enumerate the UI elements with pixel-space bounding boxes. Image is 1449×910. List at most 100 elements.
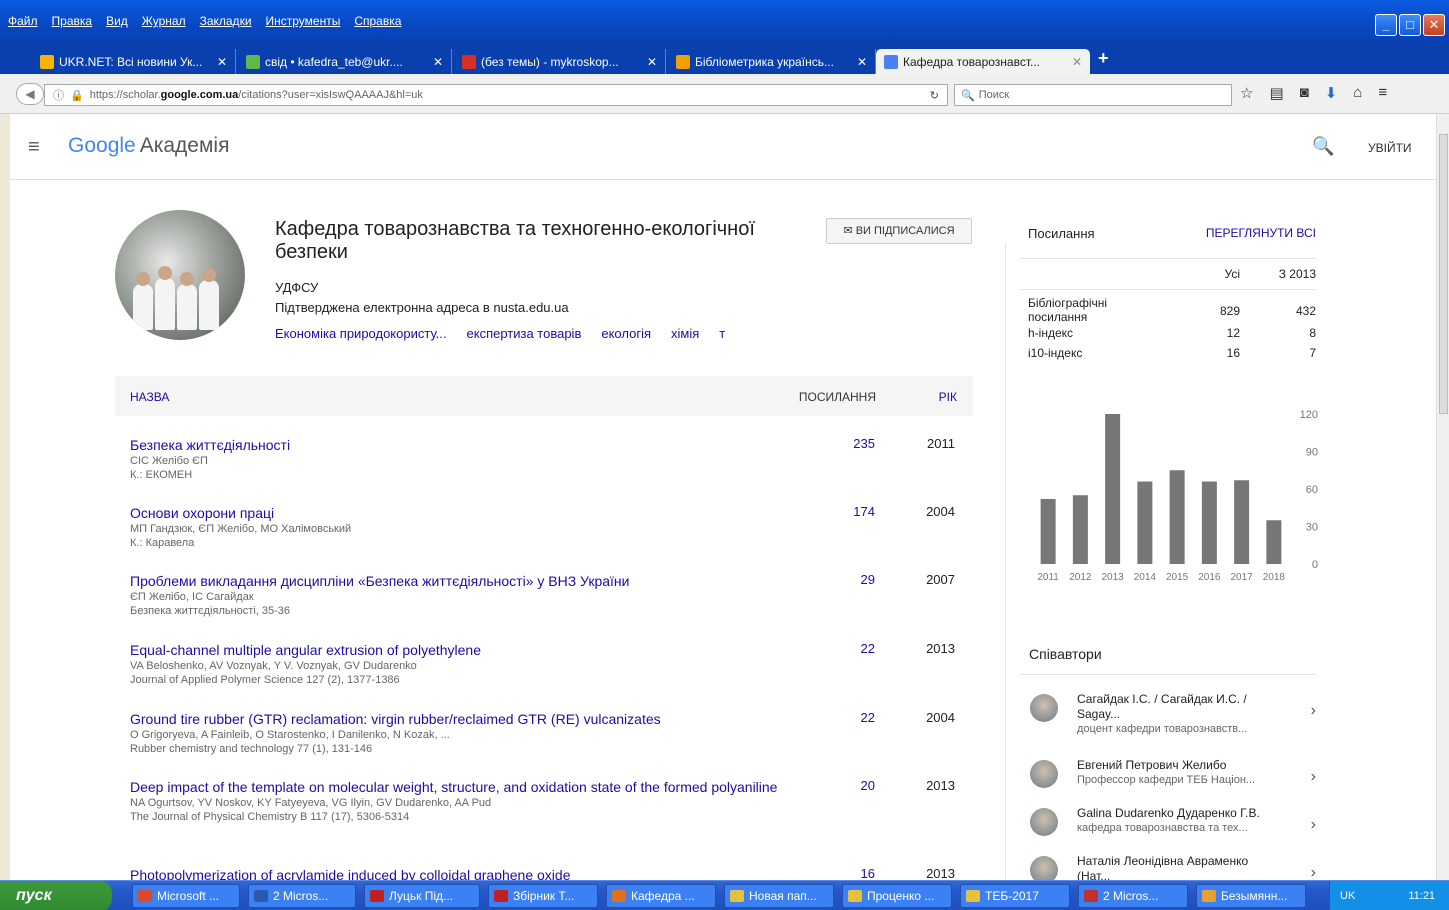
home-icon[interactable]: ⌂: [1353, 84, 1362, 102]
close-window-button[interactable]: ✕: [1423, 14, 1445, 36]
article-title[interactable]: Безпека життєдіяльності: [130, 436, 790, 454]
taskbar-task[interactable]: ТЕБ-2017: [960, 884, 1070, 908]
bar-2011[interactable]: [1040, 499, 1056, 564]
article-citations[interactable]: 16: [820, 866, 875, 880]
article-row: Photopolymerization of acrylamide induce…: [130, 866, 960, 880]
article-title[interactable]: Ground tire rubber (GTR) reclamation: vi…: [130, 710, 790, 728]
profile-email: Підтверджена електронна адреса в nusta.e…: [275, 300, 569, 315]
taskbar-task[interactable]: Кафедра ...: [606, 884, 716, 908]
citations-bar-chart: 0 30 60 90 120 2011 2012 2013 2014 2015 2016 2017 20…: [1037, 409, 1318, 583]
menu-edit[interactable]: Правка: [52, 14, 93, 28]
coauthors-title: Співавтори: [1029, 646, 1102, 662]
close-tab-icon[interactable]: ✕: [433, 55, 443, 69]
system-tray: UK 11:21: [1329, 881, 1449, 910]
menu-help[interactable]: Справка: [354, 14, 401, 28]
tab-label: UKR.NET: Всі новини Ук...: [59, 54, 203, 69]
taskbar-task[interactable]: Луцьк Під...: [364, 884, 480, 908]
tab-ukrnet[interactable]: UKR.NET: Всі новини Ук... ✕: [32, 49, 236, 74]
google-scholar-logo[interactable]: Google Академія: [68, 134, 229, 158]
photo-figure: [155, 278, 175, 330]
interest-link[interactable]: екологія: [601, 326, 651, 341]
hamburger-menu-icon[interactable]: ≡: [28, 136, 40, 159]
interest-link[interactable]: Економіка природокористу...: [275, 326, 447, 341]
close-tab-icon[interactable]: ✕: [217, 55, 227, 69]
page-scrollbar[interactable]: [1436, 114, 1449, 880]
metric-since: 432: [1295, 304, 1316, 318]
photo-head: [202, 268, 216, 282]
login-button[interactable]: УВІЙТИ: [1368, 141, 1412, 155]
close-tab-icon[interactable]: ✕: [857, 55, 867, 69]
interest-link[interactable]: хімія: [671, 326, 699, 341]
photo-figure: [133, 284, 153, 330]
windows-taskbar: пуск Microsoft ... 2 Micros... Луцьк Під..…: [0, 880, 1449, 910]
taskbar-task[interactable]: Microsoft ...: [132, 884, 240, 908]
taskbar-task[interactable]: Безымянн...: [1196, 884, 1306, 908]
url-bar[interactable]: ⓘ 🔒 https://scholar.google.com.ua/citati…: [44, 84, 948, 106]
article-citations[interactable]: 22: [820, 710, 875, 725]
article-venue: Безпека життєдіяльності, 35-36: [130, 605, 291, 617]
bar-2012[interactable]: [1072, 495, 1088, 564]
download-arrow-icon[interactable]: ⬇: [1325, 84, 1338, 102]
maximize-button[interactable]: □: [1399, 14, 1421, 36]
article-title[interactable]: Equal-channel multiple angular extrusion…: [130, 641, 790, 659]
taskbar-task[interactable]: Новая пап...: [724, 884, 834, 908]
article-citations[interactable]: 20: [820, 778, 875, 793]
close-tab-icon[interactable]: ✕: [1072, 55, 1082, 69]
browser-search-input[interactable]: 🔍 Поиск: [954, 84, 1232, 106]
back-arrow-icon[interactable]: ◀: [16, 83, 44, 105]
article-title[interactable]: Deep impact of the template on molecular…: [130, 778, 790, 796]
reload-icon[interactable]: ↻: [922, 89, 947, 102]
view-all-link[interactable]: ПЕРЕГЛЯНУТИ ВСІ: [1206, 226, 1316, 240]
sort-by-year[interactable]: РІК: [939, 390, 957, 404]
tab-scholar-active[interactable]: Кафедра товарознавст... ✕: [876, 49, 1090, 74]
article-citations[interactable]: 174: [820, 504, 875, 519]
task-label: Збірник Т...: [513, 889, 575, 903]
new-tab-plus-icon[interactable]: +: [1098, 48, 1109, 69]
info-icon[interactable]: ⓘ: [53, 87, 64, 103]
bar-2013[interactable]: [1105, 414, 1121, 564]
bar-2017[interactable]: [1234, 480, 1250, 564]
app-icon: [966, 890, 980, 902]
pocket-icon[interactable]: ◙: [1300, 84, 1309, 102]
tab-mail-ukrnet[interactable]: свід • kafedra_teb@ukr.... ✕: [238, 49, 452, 74]
menu-history[interactable]: Журнал: [142, 14, 186, 28]
menu-file[interactable]: Файл: [8, 14, 38, 28]
tab-bibliometrics[interactable]: Бібліометрика українсь... ✕: [668, 49, 876, 74]
photo-figure: [177, 284, 197, 330]
minimize-button[interactable]: _: [1375, 14, 1397, 36]
taskbar-task[interactable]: 2 Micros...: [248, 884, 356, 908]
menu-bookmarks[interactable]: Закладки: [200, 14, 252, 28]
task-label: Безымянн...: [1221, 889, 1288, 903]
article-citations[interactable]: 29: [820, 572, 875, 587]
start-button[interactable]: пуск: [0, 881, 112, 910]
scrollbar-thumb[interactable]: [1439, 134, 1448, 414]
bar-2015[interactable]: [1169, 470, 1185, 564]
article-citations[interactable]: 235: [820, 436, 875, 451]
bar-2016[interactable]: [1201, 481, 1217, 565]
bookmark-star-icon[interactable]: ☆: [1240, 84, 1253, 102]
task-label: Проценко ...: [867, 889, 935, 903]
search-icon[interactable]: 🔍: [1312, 136, 1334, 157]
interest-link[interactable]: експертиза товарів: [467, 326, 582, 341]
taskbar-task[interactable]: Збірник Т...: [488, 884, 598, 908]
interest-link[interactable]: т: [719, 326, 725, 341]
menu-tools[interactable]: Инструменты: [266, 14, 341, 28]
taskbar-task[interactable]: 2 Micros...: [1078, 884, 1188, 908]
article-title[interactable]: Основи охорони праці: [130, 504, 790, 522]
follow-button[interactable]: ✉ ВИ ПІДПИСАЛИСЯ: [826, 218, 972, 244]
bar-2014[interactable]: [1137, 481, 1153, 565]
menu-view[interactable]: Вид: [106, 14, 128, 28]
taskbar-task[interactable]: Проценко ...: [842, 884, 952, 908]
coauthor-name: Евгений Петрович Желибо: [1077, 758, 1227, 772]
sort-by-citations[interactable]: ПОСИЛАННЯ: [799, 390, 876, 404]
reading-list-icon[interactable]: ▤: [1269, 84, 1283, 102]
hamburger-menu-icon[interactable]: ≡: [1378, 84, 1387, 102]
article-title[interactable]: Проблеми викладання дисципліни «Безпека …: [130, 572, 790, 590]
language-indicator[interactable]: UK: [1340, 890, 1355, 902]
close-tab-icon[interactable]: ✕: [647, 55, 657, 69]
article-title[interactable]: Photopolymerization of acrylamide induce…: [130, 866, 790, 880]
sort-by-title[interactable]: НАЗВА: [130, 390, 169, 404]
tab-gmail[interactable]: (без темы) - mykroskop... ✕: [454, 49, 666, 74]
article-citations[interactable]: 22: [820, 641, 875, 656]
bar-2018[interactable]: [1266, 520, 1282, 564]
